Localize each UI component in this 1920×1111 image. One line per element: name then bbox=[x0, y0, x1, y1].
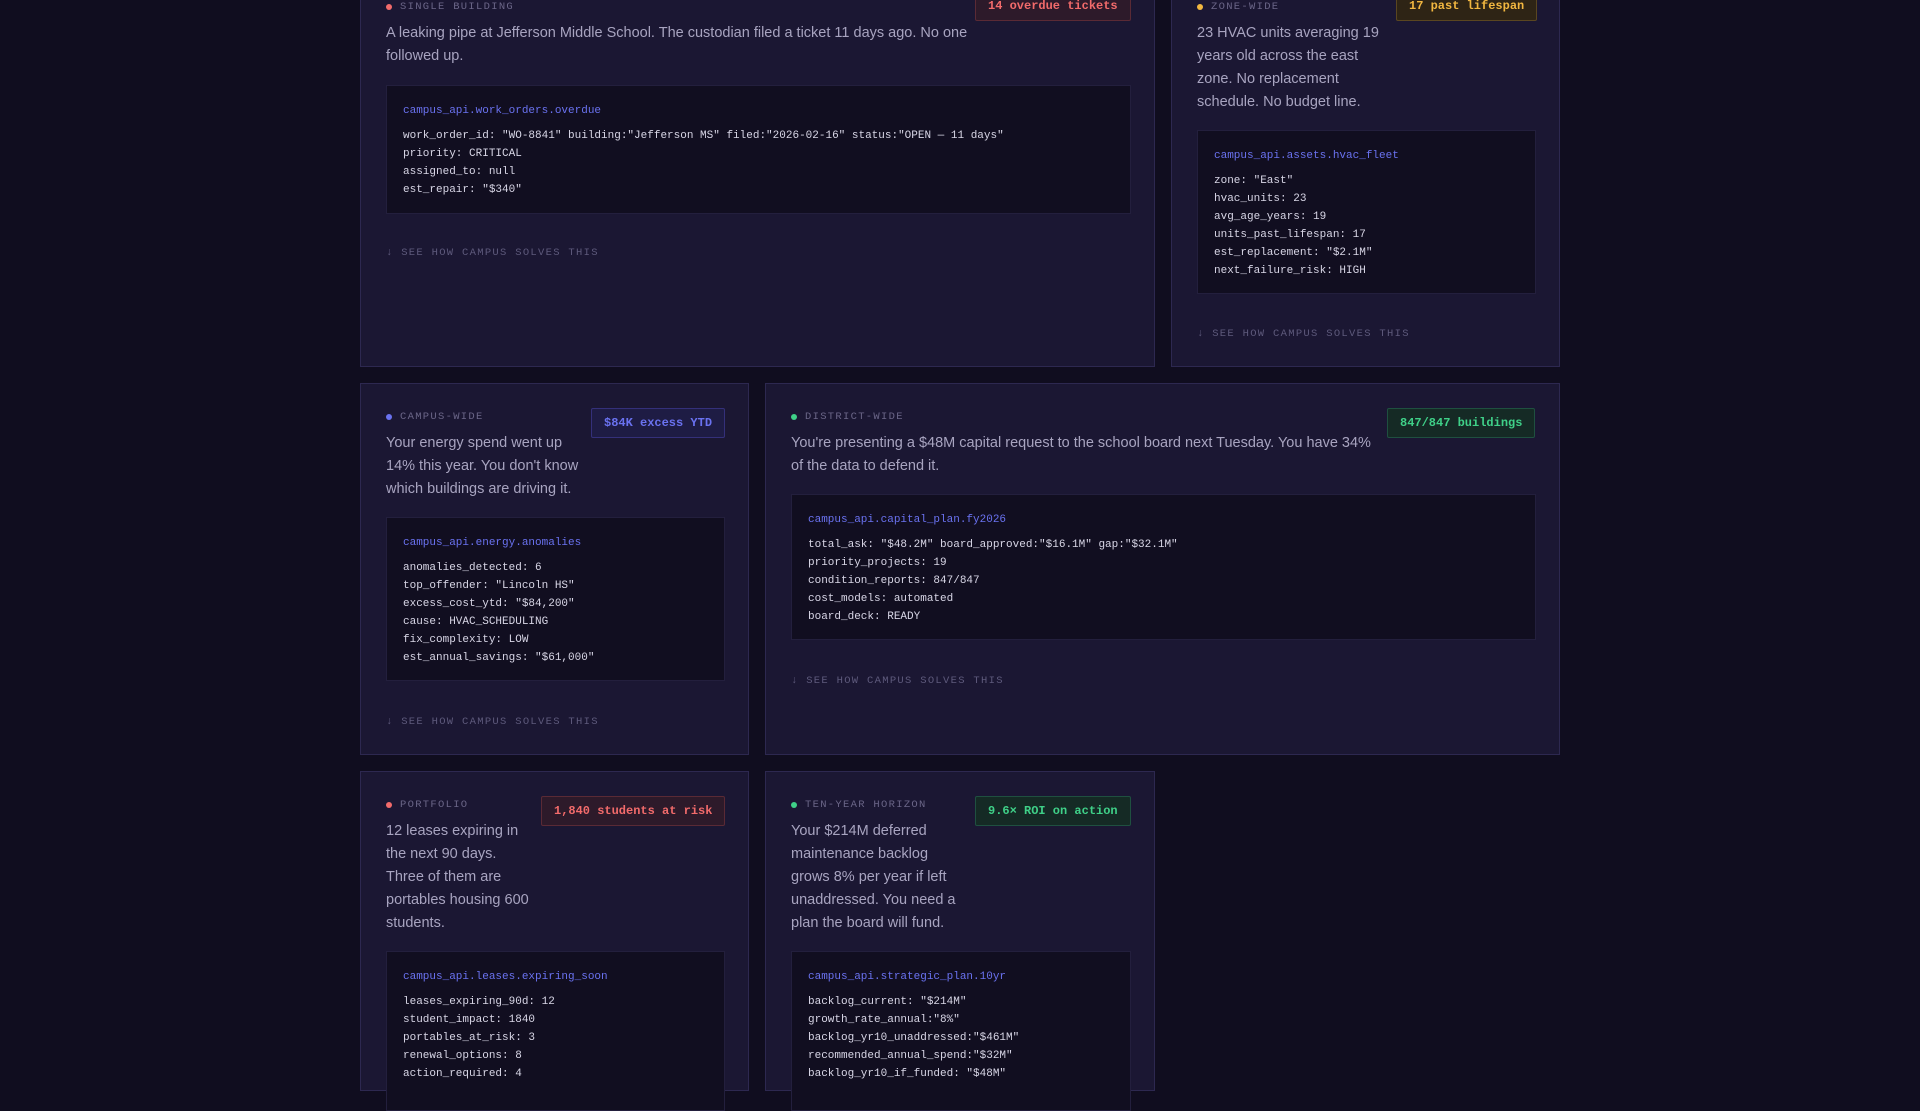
card-tag-label: PORTFOLIO bbox=[400, 799, 469, 811]
status-badge: 1,840 students at risk bbox=[541, 796, 726, 826]
card-description: Your $214M deferred maintenance backlog … bbox=[791, 823, 956, 931]
card-description: 23 HVAC units averaging 19 years old acr… bbox=[1197, 25, 1379, 110]
api-code-block: campus_api.assets.hvac_fleet zone: "East… bbox=[1197, 130, 1536, 294]
api-endpoint: campus_api.assets.hvac_fleet bbox=[1214, 150, 1399, 162]
card-tag-label: ZONE-WIDE bbox=[1211, 1, 1280, 13]
code-line: work_order_id: "WO-8841" building:"Jeffe… bbox=[403, 130, 1004, 142]
code-line: leases_expiring_90d: 12 bbox=[403, 996, 555, 1008]
card-tag: PORTFOLIO bbox=[386, 799, 468, 811]
api-endpoint: campus_api.energy.anomalies bbox=[403, 537, 582, 549]
code-line: backlog_yr10_if_funded: "$48M" bbox=[808, 1068, 1007, 1080]
api-code-block: campus_api.capital_plan.fy2026 total_ask… bbox=[791, 494, 1536, 640]
status-badge: $84K excess YTD bbox=[591, 408, 726, 438]
code-line: student_impact: 1840 bbox=[403, 1014, 536, 1026]
api-code-block: campus_api.energy.anomalies anomalies_de… bbox=[386, 517, 725, 681]
code-line: avg_age_years: 19 bbox=[1214, 211, 1327, 223]
code-line: next_failure_risk: HIGH bbox=[1214, 265, 1366, 277]
status-dot-icon bbox=[386, 802, 392, 808]
see-solution-link[interactable]: ↓ SEE HOW CAMPUS SOLVES THIS bbox=[1197, 328, 1410, 340]
status-badge: 847/847 buildings bbox=[1387, 408, 1536, 438]
card-tag: SINGLE BUILDING bbox=[386, 1, 514, 13]
status-dot-icon bbox=[1197, 4, 1203, 10]
code-line: est_repair: "$340" bbox=[403, 184, 522, 196]
code-line: anomalies_detected: 6 bbox=[403, 562, 542, 574]
card-description: A leaking pipe at Jefferson Middle Schoo… bbox=[386, 25, 968, 64]
card-zone-wide: ZONE-WIDE 17 past lifespan 23 HVAC units… bbox=[1171, 0, 1560, 367]
code-line: recommended_annual_spend:"$32M" bbox=[808, 1050, 1013, 1062]
card-tag-label: TEN-YEAR HORIZON bbox=[805, 799, 927, 811]
code-line: growth_rate_annual:"8%" bbox=[808, 1014, 960, 1026]
api-code-block: campus_api.work_orders.overdue work_orde… bbox=[386, 85, 1131, 214]
card-campus-wide: CAMPUS-WIDE $84K excess YTD Your energy … bbox=[360, 383, 749, 755]
status-badge: 14 overdue tickets bbox=[975, 0, 1131, 21]
code-line: cost_models: automated bbox=[808, 593, 954, 605]
code-line: excess_cost_ytd: "$84,200" bbox=[403, 598, 575, 610]
code-line: action_required: 4 bbox=[403, 1068, 522, 1080]
code-line: board_deck: READY bbox=[808, 611, 921, 623]
api-endpoint: campus_api.leases.expiring_soon bbox=[403, 971, 608, 983]
status-dot-icon bbox=[791, 802, 797, 808]
card-single-building: SINGLE BUILDING 14 overdue tickets A lea… bbox=[360, 0, 1155, 367]
code-line: est_replacement: "$2.1M" bbox=[1214, 247, 1373, 259]
code-line: units_past_lifespan: 17 bbox=[1214, 229, 1366, 241]
code-line: portables_at_risk: 3 bbox=[403, 1032, 536, 1044]
card-district-wide: DISTRICT-WIDE 847/847 buildings You're p… bbox=[765, 383, 1560, 755]
code-line: renewal_options: 8 bbox=[403, 1050, 522, 1062]
api-endpoint: campus_api.strategic_plan.10yr bbox=[808, 971, 1007, 983]
code-line: top_offender: "Lincoln HS" bbox=[403, 580, 575, 592]
code-line: condition_reports: 847/847 bbox=[808, 575, 980, 587]
status-dot-icon bbox=[386, 4, 392, 10]
code-line: fix_complexity: LOW bbox=[403, 634, 529, 646]
code-line: priority: CRITICAL bbox=[403, 148, 522, 160]
see-solution-link[interactable]: ↓ SEE HOW CAMPUS SOLVES THIS bbox=[791, 675, 1004, 687]
code-line: cause: HVAC_SCHEDULING bbox=[403, 616, 549, 628]
card-ten-year-horizon: TEN-YEAR HORIZON 9.6× ROI on action Your… bbox=[765, 771, 1155, 1111]
card-tag-label: SINGLE BUILDING bbox=[400, 1, 515, 13]
status-dot-icon bbox=[386, 414, 392, 420]
card-description: Your energy spend went up 14% this year.… bbox=[386, 435, 579, 497]
code-line: assigned_to: null bbox=[403, 166, 516, 178]
card-tag: ZONE-WIDE bbox=[1197, 1, 1279, 13]
card-description: 12 leases expiring in the next 90 days. … bbox=[386, 823, 529, 931]
code-line: backlog_current: "$214M" bbox=[808, 996, 967, 1008]
code-line: total_ask: "$48.2M" board_approved:"$16.… bbox=[808, 539, 1178, 551]
card-tag-label: CAMPUS-WIDE bbox=[400, 411, 484, 423]
card-portfolio: PORTFOLIO 1,840 students at risk 12 leas… bbox=[360, 771, 749, 1111]
card-tag: DISTRICT-WIDE bbox=[791, 411, 904, 423]
see-solution-link[interactable]: ↓ SEE HOW CAMPUS SOLVES THIS bbox=[386, 247, 599, 259]
card-tag-label: DISTRICT-WIDE bbox=[805, 411, 904, 423]
card-description: You're presenting a $48M capital request… bbox=[791, 435, 1371, 474]
see-solution-link[interactable]: ↓ SEE HOW CAMPUS SOLVES THIS bbox=[386, 716, 599, 728]
code-line: priority_projects: 19 bbox=[808, 557, 947, 569]
api-endpoint: campus_api.work_orders.overdue bbox=[403, 105, 602, 117]
status-badge: 17 past lifespan bbox=[1396, 0, 1538, 21]
status-dot-icon bbox=[791, 414, 797, 420]
status-badge: 9.6× ROI on action bbox=[975, 796, 1131, 826]
api-code-block: campus_api.leases.expiring_soon leases_e… bbox=[386, 951, 725, 1111]
code-line: backlog_yr10_unaddressed:"$461M" bbox=[808, 1032, 1020, 1044]
code-line: est_annual_savings: "$61,000" bbox=[403, 652, 595, 664]
card-tag: TEN-YEAR HORIZON bbox=[791, 799, 927, 811]
code-line: hvac_units: 23 bbox=[1214, 193, 1307, 205]
api-code-block: campus_api.strategic_plan.10yr backlog_c… bbox=[791, 951, 1131, 1111]
code-line: zone: "East" bbox=[1214, 175, 1294, 187]
api-endpoint: campus_api.capital_plan.fy2026 bbox=[808, 514, 1007, 526]
card-tag: CAMPUS-WIDE bbox=[386, 411, 484, 423]
